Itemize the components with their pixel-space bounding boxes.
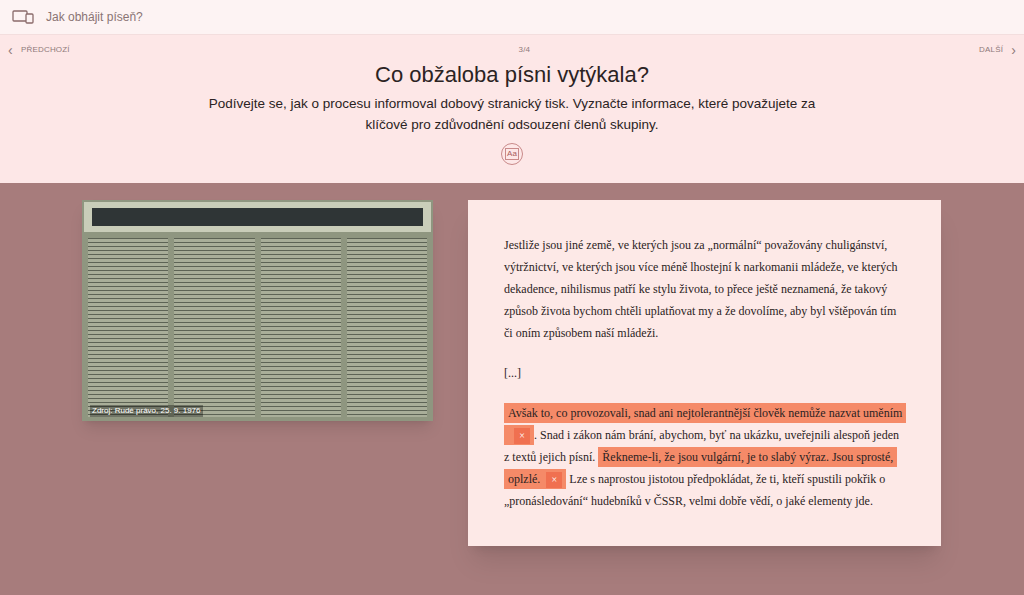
window-title: Jak obhájit píseň? <box>46 8 143 26</box>
navigation: ‹PŘEDCHOZÍ 3/4 DALŠÍ› <box>8 43 1016 57</box>
article-paragraph: Avšak to, co provozovali, snad ani nejto… <box>504 402 905 512</box>
newspaper-image: Zdroj: Rudé právo, 25. 9. 1976 <box>82 200 433 421</box>
image-caption: Zdroj: Rudé právo, 25. 9. 1976 <box>90 405 203 417</box>
next-button[interactable]: DALŠÍ› <box>979 43 1016 57</box>
main: Zdroj: Rudé právo, 25. 9. 1976 Jestliže j… <box>0 183 1024 595</box>
article-card: Jestliže jsou jiné země, ve kterých jsou… <box>468 200 941 546</box>
app: Jak obhájit píseň? ‹PŘEDCHOZÍ 3/4 DALŠÍ› Co … <box>0 0 1024 595</box>
top-bar: Jak obhájit píseň? <box>0 0 1024 35</box>
previous-button[interactable]: ‹PŘEDCHOZÍ <box>8 43 70 57</box>
page-counter: 3/4 <box>519 44 531 56</box>
page-title: Co obžaloba písni vytýkala? <box>8 61 1016 89</box>
devices-icon <box>12 10 34 24</box>
text-size-button[interactable]: Aa <box>501 143 523 165</box>
header: ‹PŘEDCHOZÍ 3/4 DALŠÍ› Co obžaloba písni vyt… <box>0 35 1024 183</box>
article-paragraph: [...] <box>504 362 905 384</box>
article-paragraph: Jestliže jsou jiné země, ve kterých jsou… <box>504 234 905 344</box>
remove-highlight-button[interactable]: × <box>546 472 562 488</box>
remove-highlight-button[interactable]: × <box>514 428 530 444</box>
subtitle: Podívejte se, jak o procesu informoval d… <box>8 93 1016 135</box>
